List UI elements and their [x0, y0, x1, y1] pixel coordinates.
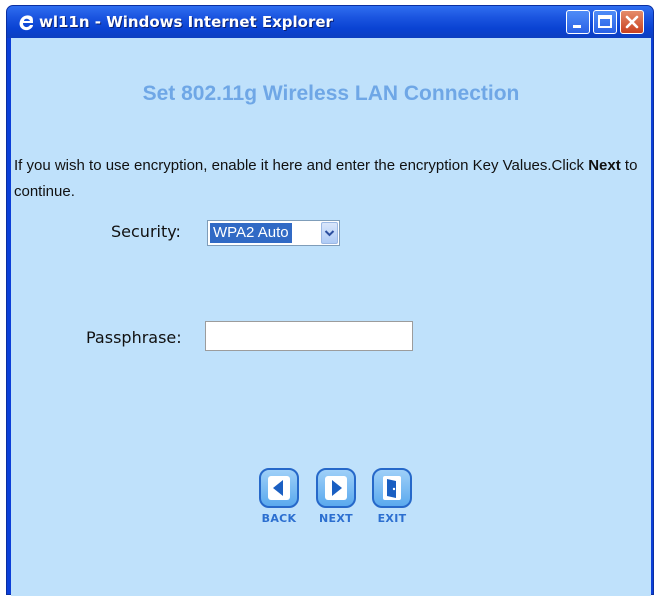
chevron-down-icon[interactable] [321, 222, 338, 244]
window-title: wl11n - Windows Internet Explorer [39, 13, 333, 31]
exit-label: EXIT [377, 512, 407, 525]
arrow-right-icon [316, 468, 356, 508]
page-heading: Set 802.11g Wireless LAN Connection [142, 82, 520, 105]
exit-button[interactable]: EXIT [367, 468, 417, 525]
arrow-left-icon [259, 468, 299, 508]
security-label: Security: [111, 222, 181, 241]
next-label: NEXT [319, 512, 353, 525]
minimize-button[interactable] [566, 10, 590, 34]
passphrase-label: Passphrase: [86, 328, 182, 347]
passphrase-input[interactable] [205, 321, 413, 351]
instructions-text: If you wish to use encryption, enable it… [14, 153, 644, 205]
maximize-button[interactable] [593, 10, 617, 34]
instructions-part-1: If you wish to use encryption, enable it… [14, 157, 589, 174]
next-button[interactable]: NEXT [311, 468, 361, 525]
security-selected-value: WPA2 Auto [210, 223, 292, 243]
security-select[interactable]: WPA2 Auto [207, 220, 340, 246]
back-label: BACK [261, 512, 297, 525]
exit-door-icon [372, 468, 412, 508]
back-button[interactable]: BACK [254, 468, 304, 525]
internet-explorer-icon [17, 13, 37, 33]
close-button[interactable] [620, 10, 644, 34]
browser-window: wl11n - Windows Internet Explorer Set 80… [6, 5, 654, 596]
instructions-next-emphasis: Next [588, 157, 621, 174]
page-content: Set 802.11g Wireless LAN Connection If y… [11, 38, 651, 596]
title-bar: wl11n - Windows Internet Explorer [7, 6, 653, 38]
